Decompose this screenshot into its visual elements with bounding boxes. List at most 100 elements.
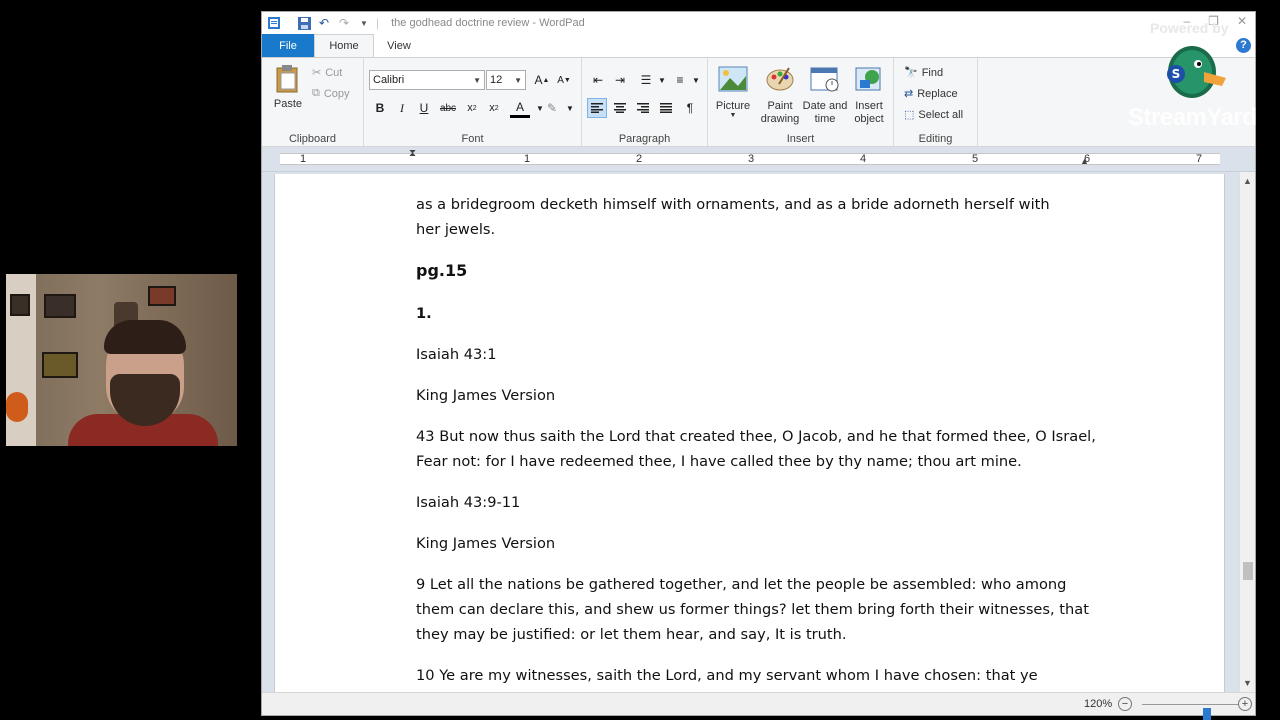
ruler-number: 1	[300, 153, 307, 165]
find-button[interactable]: 🔭 Find	[904, 66, 944, 80]
page-heading: pg.15	[416, 261, 468, 280]
document-page[interactable]: as a bridegroom decketh himself with orn…	[274, 174, 1225, 692]
paint-drawing-button[interactable]: Paint drawing	[758, 66, 802, 126]
insert-object-button[interactable]: Insert object	[848, 66, 890, 126]
document-area[interactable]: as a bridegroom decketh himself with orn…	[262, 172, 1239, 692]
streamyard-duck-icon: S	[1167, 46, 1226, 98]
justify-icon[interactable]	[656, 98, 676, 118]
decrease-indent-icon[interactable]: ⇤	[588, 70, 608, 90]
zoom-slider-thumb[interactable]	[1203, 708, 1212, 720]
webcam-object	[6, 392, 28, 422]
picture-label: Picture	[715, 100, 751, 112]
chevron-down-icon: ▼	[473, 75, 481, 85]
verse-text: 9 Let all the nations be gathered togeth…	[416, 576, 1089, 643]
zoom-out-button[interactable]: −	[1118, 697, 1132, 711]
ruler-number: 4	[860, 153, 867, 165]
status-bar: 120% − +	[262, 692, 1255, 720]
cut-button[interactable]: ✂ Cut	[312, 66, 342, 80]
select-all-button[interactable]: ⬚ Select all	[904, 108, 964, 122]
chevron-down-icon[interactable]: ▼	[686, 70, 706, 90]
scripture-reference: Isaiah 43:1	[416, 346, 497, 363]
shrink-font-button[interactable]: A ▼	[554, 70, 574, 90]
editing-group-label: Editing	[918, 133, 953, 145]
wall-picture	[148, 286, 176, 306]
strikethrough-button[interactable]: abc	[438, 98, 458, 118]
tab-view[interactable]: View	[374, 34, 424, 57]
scripture-reference: Isaiah 43:9-11	[416, 494, 521, 511]
editing-group: 🔭 Find ⇄ Replace ⬚ Select all Editing	[894, 58, 978, 147]
insert-group: Picture ▼ Paint drawing Date and time In…	[708, 58, 894, 147]
vertical-scrollbar[interactable]: ▲ ▼	[1239, 172, 1255, 692]
ruler-strip: 1 1 2 3 4 5 6 7 ⧗ ▲	[280, 148, 1220, 166]
paragraph-group-label: Paragraph	[618, 133, 671, 145]
italic-button[interactable]: I	[392, 98, 412, 118]
object-label-2: object	[854, 113, 884, 125]
select-all-label: Select all	[918, 108, 964, 121]
scroll-up-icon[interactable]: ▲	[1243, 176, 1252, 186]
font-size-select[interactable]: 12 ▼	[486, 70, 526, 90]
copy-label: Copy	[323, 87, 350, 100]
document-content[interactable]: as a bridegroom decketh himself with orn…	[416, 192, 1106, 692]
underline-button[interactable]: U	[414, 98, 434, 118]
select-all-icon: ⬚	[904, 109, 915, 121]
align-center-icon[interactable]	[610, 98, 630, 118]
bible-version: King James Version	[416, 535, 556, 552]
wall-picture	[44, 294, 76, 318]
scroll-thumb[interactable]	[1243, 562, 1253, 580]
streamyard-overlay: Powered by ? S StreamYard	[1128, 18, 1268, 131]
font-family-value: Calibri	[373, 74, 405, 86]
object-label-1: Insert	[855, 100, 883, 112]
help-icon[interactable]: ?	[1236, 38, 1251, 53]
redo-icon[interactable]: ↷	[336, 15, 352, 31]
ribbon-tabs: File Home View	[262, 34, 1255, 57]
ruler-number: 2	[636, 153, 643, 165]
ruler-number: 1	[524, 153, 531, 165]
title-separator: |	[376, 16, 380, 30]
paragraph-settings-icon[interactable]: ¶	[680, 98, 700, 118]
clipboard-group-label: Clipboard	[288, 133, 337, 145]
highlight-pen-icon[interactable]: ✎	[542, 98, 562, 118]
increase-indent-icon[interactable]: ⇥	[610, 70, 630, 90]
highlight-chevron-down-icon[interactable]: ▼	[560, 98, 580, 118]
document-line: her jewels.	[416, 221, 496, 238]
save-icon[interactable]	[296, 15, 312, 31]
streamyard-brand: StreamYard	[1128, 104, 1257, 131]
replace-button[interactable]: ⇄ Replace	[904, 87, 958, 101]
title-bar: ↶ ↷ ▼ | the godhead doctrine review - Wo…	[262, 12, 1255, 34]
paint-label-2: drawing	[760, 113, 800, 125]
align-left-icon[interactable]	[587, 98, 607, 118]
zoom-slider[interactable]	[1142, 704, 1238, 720]
undo-icon[interactable]: ↶	[316, 15, 332, 31]
svg-text:S: S	[1172, 67, 1181, 81]
date-time-button[interactable]: Date and time	[802, 66, 848, 126]
tab-file[interactable]: File	[262, 34, 314, 57]
font-family-select[interactable]: Calibri ▼	[369, 70, 485, 90]
chevron-down-icon: ▼	[729, 112, 737, 119]
ruler[interactable]: 1 1 2 3 4 5 6 7 ⧗ ▲	[262, 147, 1255, 172]
wordpad-app-icon[interactable]	[266, 15, 282, 31]
scroll-down-icon[interactable]: ▼	[1243, 678, 1252, 688]
paste-button[interactable]: Paste	[270, 64, 306, 110]
align-right-icon[interactable]	[633, 98, 653, 118]
superscript-button[interactable]: x2	[484, 98, 504, 118]
text-color-button[interactable]: A	[510, 98, 530, 118]
bold-button[interactable]: B	[370, 98, 390, 118]
right-indent-marker-icon[interactable]: ▲	[1080, 156, 1089, 166]
chevron-down-icon[interactable]: ▼	[652, 70, 672, 90]
font-group: Calibri ▼ 12 ▼ A ▲ A ▼ B I U abc x2 x2 A ▼…	[364, 58, 582, 147]
insert-picture-button[interactable]: Picture ▼	[712, 66, 754, 119]
left-indent-marker-icon[interactable]: ⧗	[409, 148, 416, 159]
person-hair	[104, 320, 186, 354]
replace-label: Replace	[917, 87, 958, 100]
powered-by-text: Powered by	[1150, 20, 1229, 36]
tab-home[interactable]: Home	[314, 34, 374, 57]
customize-quick-access-icon[interactable]: ▼	[356, 15, 372, 31]
item-number: 1.	[416, 305, 432, 322]
subscript-button[interactable]: x2	[462, 98, 482, 118]
verse-text: 10 Ye are my witnesses, saith the Lord, …	[416, 667, 1038, 684]
find-label: Find	[921, 66, 944, 79]
copy-button[interactable]: ⧉ Copy	[312, 87, 350, 100]
zoom-in-button[interactable]: +	[1238, 697, 1252, 711]
grow-font-button[interactable]: A ▲	[532, 70, 552, 90]
wordpad-window: ↶ ↷ ▼ | the godhead doctrine review - Wo…	[261, 11, 1256, 720]
